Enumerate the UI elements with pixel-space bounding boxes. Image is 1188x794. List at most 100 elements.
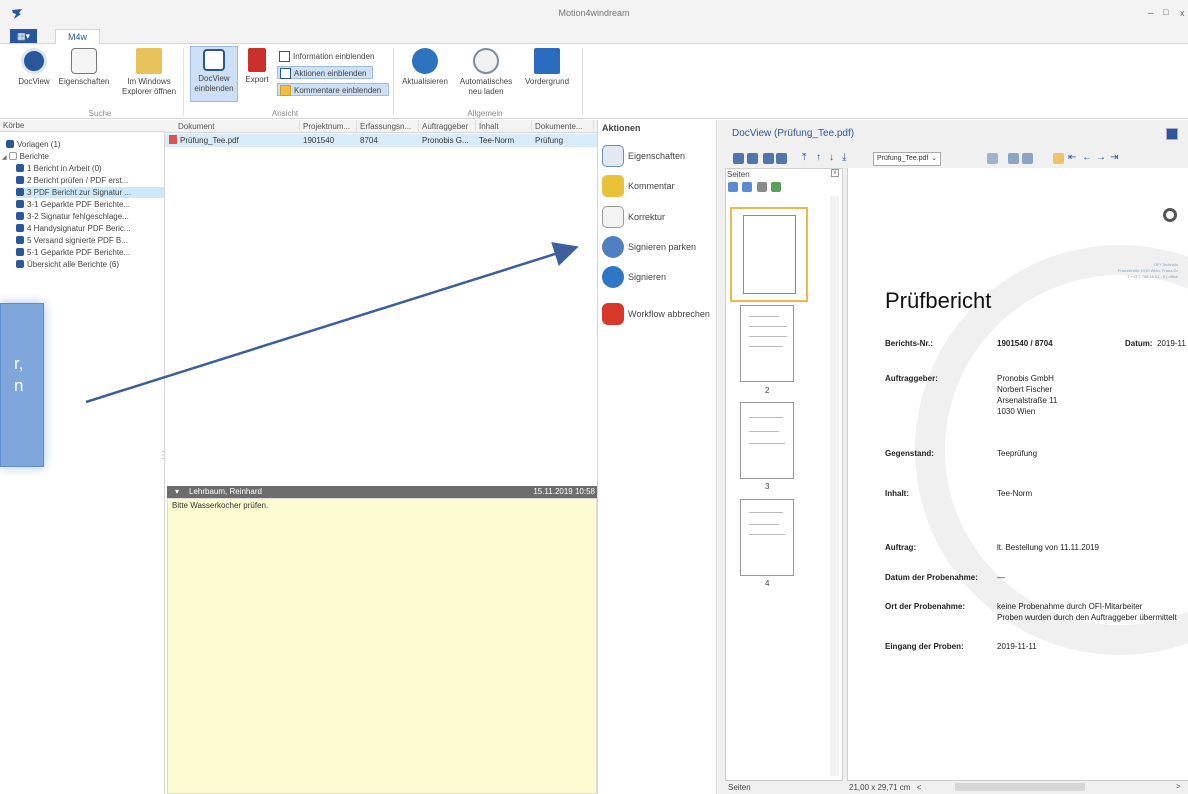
previous-page-icon[interactable]: ↑ [816, 152, 821, 163]
go-end-icon[interactable]: ⇥ [1110, 152, 1118, 163]
toolbar-view-icon[interactable] [987, 153, 998, 164]
horizontal-scrollbar[interactable] [955, 783, 1085, 791]
go-back-icon[interactable]: ← [1082, 152, 1092, 163]
file-select[interactable]: Prüfung_Tee.pdf ⌄ [873, 152, 941, 166]
report-value: — [997, 573, 1005, 582]
column-header-dokumentenart[interactable]: Dokumente... [532, 120, 594, 133]
column-header-auftraggeber[interactable]: Auftraggeber [419, 120, 476, 133]
folder-icon [136, 48, 162, 74]
toolbar-columns-icon[interactable] [1022, 153, 1033, 164]
properties-button[interactable]: Eigenschaften [58, 48, 110, 87]
first-page-icon[interactable]: ⤒ [802, 152, 806, 163]
export-button[interactable]: Export [243, 48, 271, 85]
scroll-left-button[interactable]: < [917, 783, 922, 792]
comment-header[interactable]: ▾ Lehrbaum, Reinhard 15.11.2019 10:58 [167, 486, 597, 498]
tree-item-berichte[interactable]: ◢ Berichte [2, 151, 49, 162]
report-value: Pronobis GmbH [997, 374, 1054, 383]
comment-icon: ▾ [175, 487, 180, 496]
action-workflow-abbrechen[interactable]: Workflow abbrechen [600, 301, 710, 327]
tree-item-basket[interactable]: 3-2 Signatur fehlgeschlage... [16, 211, 129, 222]
actions-show-toggle[interactable]: Aktionen einblenden [277, 66, 373, 79]
go-forward-icon[interactable]: → [1096, 152, 1106, 163]
thumbnail-line [749, 431, 779, 432]
minimize-button[interactable]: – [1148, 8, 1154, 19]
chevron-down-icon: ⌄ [931, 155, 937, 162]
page-size: 21,00 x 29,71 cm [849, 783, 911, 792]
toolbar-layout-icon[interactable] [1008, 153, 1019, 164]
page-thumbnail-2[interactable] [740, 305, 794, 382]
close-button[interactable]: x [1180, 8, 1185, 18]
ribbon-divider [393, 48, 394, 116]
tree-item-basket[interactable]: 2 Bericht prüfen / PDF erst... [16, 175, 128, 186]
auto-reload-icon [473, 48, 499, 74]
tree-item-basket[interactable]: 1 Bericht in Arbeit (0) [16, 163, 102, 174]
refresh-icon [412, 48, 438, 74]
docview-show-label: DocView einblenden [194, 74, 234, 93]
action-eigenschaften[interactable]: Eigenschaften [600, 143, 685, 169]
maximize-button[interactable]: □ [1163, 7, 1168, 17]
tree-item-basket[interactable]: 5-1 Geparkte PDF Berichte... [16, 247, 130, 258]
zoom-out-icon[interactable] [742, 182, 752, 192]
tree-item-basket-selected[interactable]: 3 PDF Bericht zur Signatur ... [16, 187, 164, 198]
tree-item-basket[interactable]: 5 Versand signierte PDF B... [16, 235, 128, 246]
report-label: Auftraggeber: [885, 374, 938, 383]
auto-reload-button[interactable]: Automatisches neu laden [456, 48, 516, 97]
tree-item-vorlagen[interactable]: Vorlagen (1) [6, 139, 61, 150]
basket-icon [6, 140, 14, 148]
report-value: Teeprüfung [997, 449, 1038, 458]
page-thumbnail-4[interactable] [740, 499, 794, 576]
pages-tab[interactable]: Seiten [725, 780, 843, 794]
report-value: 1901540 / 8704 [997, 339, 1053, 348]
ribbon-tab-bar [0, 28, 1188, 44]
tab-m4w[interactable]: M4w [55, 29, 100, 45]
toolbar-highlight-icon[interactable] [1053, 153, 1064, 164]
settings-icon[interactable] [771, 182, 781, 192]
tree-item-basket[interactable]: 4 Handysignatur PDF Beric... [16, 223, 131, 234]
annotation-callout-text: r, n [14, 354, 24, 395]
column-header-dokument[interactable]: Dokument [175, 120, 300, 133]
properties-label: Eigenschaften [58, 77, 110, 86]
thumbnails-scrollbar[interactable] [830, 196, 839, 776]
report-value: Arsenalstraße 11 [997, 396, 1058, 405]
docview-button[interactable]: DocView [14, 48, 54, 87]
toolbar-save-icon[interactable] [776, 153, 787, 164]
comments-icon [280, 85, 291, 96]
pin-icon[interactable] [1166, 128, 1178, 140]
column-header-erfassungsnummer[interactable]: Erfassungsn... [357, 120, 419, 133]
report-value: Tee-Norm [997, 489, 1033, 498]
toolbar-open-icon[interactable] [733, 153, 744, 164]
document-list [165, 120, 597, 484]
expand-icon[interactable]: ◢ [2, 155, 7, 161]
comments-show-toggle[interactable]: Kommentare einblenden [277, 83, 389, 96]
foreground-button[interactable]: Vordergrund [520, 48, 574, 87]
action-kommentar[interactable]: Kommentar [600, 173, 675, 199]
docview-label: DocView [18, 77, 50, 86]
file-menu-tab[interactable]: ▦▾ [10, 29, 37, 43]
toolbar-fit-icon[interactable] [763, 153, 774, 164]
column-header-inhalt[interactable]: Inhalt [476, 120, 532, 133]
action-signieren[interactable]: Signieren [600, 264, 666, 290]
tree-item-basket[interactable]: Übersicht alle Berichte (6) [16, 259, 119, 270]
toolbar-print-icon[interactable] [747, 153, 758, 164]
page-thumbnail-1[interactable] [730, 207, 808, 302]
close-icon[interactable]: x [831, 169, 839, 177]
group-label-search: Suche [88, 109, 112, 118]
refresh-button[interactable]: Aktualisieren [398, 48, 452, 87]
last-page-icon[interactable]: ⤓ [842, 152, 846, 163]
scroll-right-button[interactable]: > [1176, 782, 1181, 791]
action-signieren-parken[interactable]: Signieren parken [600, 234, 696, 260]
next-page-icon[interactable]: ↓ [829, 152, 834, 163]
open-explorer-button[interactable]: Im Windows Explorer öffnen [118, 48, 180, 97]
docview-show-button[interactable]: DocView einblenden [190, 46, 238, 102]
action-korrektur[interactable]: Korrektur [600, 204, 665, 230]
zoom-in-icon[interactable] [728, 182, 738, 192]
column-header-projektnummer[interactable]: Projektnum... [300, 120, 357, 133]
table-row[interactable]: Prüfung_Tee.pdf 1901540 8704 Pronobis G.… [165, 134, 597, 147]
tree-item-basket[interactable]: 3-1 Geparkte PDF Berichte... [16, 199, 130, 210]
pdf-file-icon [169, 135, 177, 144]
comment-body[interactable] [167, 498, 597, 794]
rotate-icon[interactable] [757, 182, 767, 192]
page-thumbnail-3[interactable] [740, 402, 794, 479]
info-show-toggle[interactable]: Information einblenden [277, 50, 387, 63]
go-start-icon[interactable]: ⇤ [1068, 152, 1076, 163]
